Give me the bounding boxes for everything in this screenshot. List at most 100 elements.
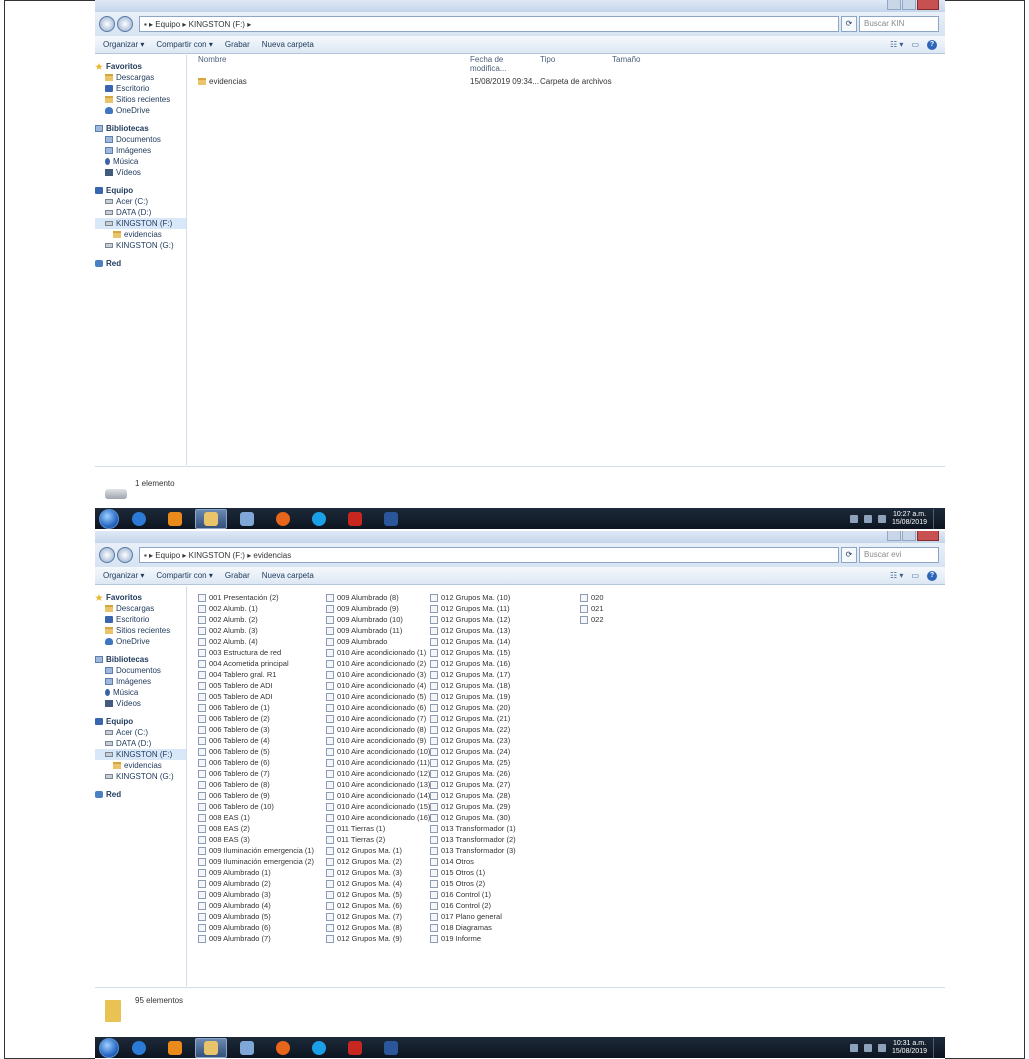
list-item[interactable]: 022: [580, 614, 604, 625]
close-button[interactable]: [917, 531, 939, 541]
maximize-button[interactable]: [902, 0, 916, 10]
list-item[interactable]: 012 Grupos Ma. (22): [430, 724, 516, 735]
list-item[interactable]: 010 Aire acondicionado (3): [326, 669, 430, 680]
list-item[interactable]: 012 Grupos Ma. (17): [430, 669, 516, 680]
list-item[interactable]: 010 Aire acondicionado (5): [326, 691, 430, 702]
list-item[interactable]: 010 Aire acondicionado (11): [326, 757, 430, 768]
explorer-taskbar-button[interactable]: [195, 508, 227, 529]
list-item[interactable]: 009 Alumbrado (2): [198, 878, 314, 889]
column-size[interactable]: Tamaño: [612, 55, 672, 67]
help-icon[interactable]: ?: [927, 570, 937, 581]
list-item[interactable]: 010 Aire acondicionado (10): [326, 746, 430, 757]
address-bar[interactable]: ▪ ▸ Equipo ▸ KINGSTON (F:) ▸: [139, 16, 839, 32]
view-options-icon[interactable]: ☷ ▾: [890, 40, 903, 50]
list-item[interactable]: 018 Diagramas: [430, 922, 516, 933]
list-item[interactable]: 014 Otros: [430, 856, 516, 867]
maximize-button[interactable]: [902, 531, 916, 541]
sidebar-item-4[interactable]: OneDrive: [95, 636, 186, 647]
list-item[interactable]: 009 Alumbrado (10): [326, 614, 430, 625]
paint-taskbar-button[interactable]: [231, 509, 263, 529]
list-item[interactable]: 013 Transformador (2): [430, 834, 516, 845]
paint-taskbar-button[interactable]: [231, 1038, 263, 1058]
list-item[interactable]: 012 Grupos Ma. (24): [430, 746, 516, 757]
sidebar-item-0[interactable]: Favoritos: [95, 592, 186, 603]
list-item[interactable]: 009 Iluminación emergencia (2): [198, 856, 314, 867]
list-item[interactable]: 009 Alumbrado: [326, 636, 430, 647]
sidebar-item-8[interactable]: Música: [95, 687, 186, 698]
list-item[interactable]: 008 EAS (1): [198, 812, 314, 823]
list-item[interactable]: 012 Grupos Ma. (9): [326, 933, 430, 944]
language-icon[interactable]: [849, 1043, 858, 1052]
list-item[interactable]: 015 Otros (1): [430, 867, 516, 878]
sidebar-item-7[interactable]: Imágenes: [95, 145, 186, 156]
list-item[interactable]: 006 Tablero de (10): [198, 801, 314, 812]
refresh-icon[interactable]: ⟳: [841, 16, 857, 32]
list-item[interactable]: 012 Grupos Ma. (8): [326, 922, 430, 933]
list-item[interactable]: 012 Grupos Ma. (18): [430, 680, 516, 691]
start-button[interactable]: [99, 1037, 119, 1058]
search-input[interactable]: Buscar evi: [859, 547, 939, 563]
sidebar-item-1[interactable]: Descargas: [95, 603, 186, 614]
address-bar[interactable]: ▪ ▸ Equipo ▸ KINGSTON (F:) ▸ evidencias: [139, 547, 839, 563]
column-date[interactable]: Fecha de modifica...: [470, 55, 540, 73]
ie-taskbar-button[interactable]: [123, 1038, 155, 1058]
sidebar-item-16[interactable]: Red: [95, 258, 186, 269]
sidebar-item-4[interactable]: OneDrive: [95, 105, 186, 116]
firefox-taskbar-button[interactable]: [267, 509, 299, 529]
list-item[interactable]: 012 Grupos Ma. (6): [326, 900, 430, 911]
share-with-button[interactable]: Compartir con ▾: [156, 40, 212, 49]
list-item[interactable]: 009 Iluminación emergencia (1): [198, 845, 314, 856]
list-item[interactable]: 019 Informe: [430, 933, 516, 944]
sidebar-item-3[interactable]: Sitios recientes: [95, 625, 186, 636]
sidebar-item-8[interactable]: Música: [95, 156, 186, 167]
list-item[interactable]: 009 Alumbrado (1): [198, 867, 314, 878]
title-bar[interactable]: [95, 0, 945, 12]
sidebar-item-16[interactable]: Red: [95, 789, 186, 800]
list-item[interactable]: 006 Tablero de (7): [198, 768, 314, 779]
forward-button[interactable]: [117, 16, 133, 32]
list-item[interactable]: 010 Aire acondicionado (15): [326, 801, 430, 812]
list-item[interactable]: 012 Grupos Ma. (15): [430, 647, 516, 658]
list-item[interactable]: 021: [580, 603, 604, 614]
title-bar[interactable]: [95, 531, 945, 543]
list-item[interactable]: 012 Grupos Ma. (1): [326, 845, 430, 856]
column-type[interactable]: Tipo: [540, 55, 612, 67]
sidebar-item-5[interactable]: Bibliotecas: [95, 123, 186, 134]
list-item[interactable]: 004 Acometida principal: [198, 658, 314, 669]
list-item[interactable]: 010 Aire acondicionado (13): [326, 779, 430, 790]
list-item[interactable]: 012 Grupos Ma. (19): [430, 691, 516, 702]
list-item[interactable]: 002 Alumb. (4): [198, 636, 314, 647]
list-item[interactable]: 012 Grupos Ma. (27): [430, 779, 516, 790]
sidebar-item-15[interactable]: KINGSTON (G:): [95, 771, 186, 782]
list-item[interactable]: 010 Aire acondicionado (8): [326, 724, 430, 735]
burn-button[interactable]: Grabar: [225, 571, 250, 580]
list-item[interactable]: 012 Grupos Ma. (3): [326, 867, 430, 878]
sidebar-item-7[interactable]: Imágenes: [95, 676, 186, 687]
list-item[interactable]: 010 Aire acondicionado (2): [326, 658, 430, 669]
list-item[interactable]: 012 Grupos Ma. (25): [430, 757, 516, 768]
pdf-taskbar-button[interactable]: [339, 1038, 371, 1058]
list-item[interactable]: 012 Grupos Ma. (26): [430, 768, 516, 779]
search-input[interactable]: Buscar KIN: [859, 16, 939, 32]
list-item[interactable]: 012 Grupos Ma. (14): [430, 636, 516, 647]
list-item[interactable]: 009 Alumbrado (6): [198, 922, 314, 933]
back-button[interactable]: [99, 547, 115, 563]
list-item[interactable]: 016 Control (2): [430, 900, 516, 911]
list-item[interactable]: 006 Tablero de (3): [198, 724, 314, 735]
sidebar-item-11[interactable]: Acer (C:): [95, 196, 186, 207]
list-item[interactable]: 012 Grupos Ma. (29): [430, 801, 516, 812]
list-item[interactable]: 011 Tierras (1): [326, 823, 430, 834]
column-name[interactable]: Nombre: [188, 55, 470, 67]
share-with-button[interactable]: Compartir con ▾: [156, 571, 212, 580]
network-icon[interactable]: [863, 514, 872, 523]
language-icon[interactable]: [849, 514, 858, 523]
sidebar-item-13[interactable]: KINGSTON (F:): [95, 749, 186, 760]
list-item[interactable]: 012 Grupos Ma. (16): [430, 658, 516, 669]
list-item[interactable]: 006 Tablero de (8): [198, 779, 314, 790]
list-item[interactable]: 002 Alumb. (1): [198, 603, 314, 614]
list-item[interactable]: 013 Transformador (3): [430, 845, 516, 856]
list-item[interactable]: 013 Transformador (1): [430, 823, 516, 834]
sidebar-item-2[interactable]: Escritorio: [95, 83, 186, 94]
sidebar-item-3[interactable]: Sitios recientes: [95, 94, 186, 105]
sidebar-item-5[interactable]: Bibliotecas: [95, 654, 186, 665]
